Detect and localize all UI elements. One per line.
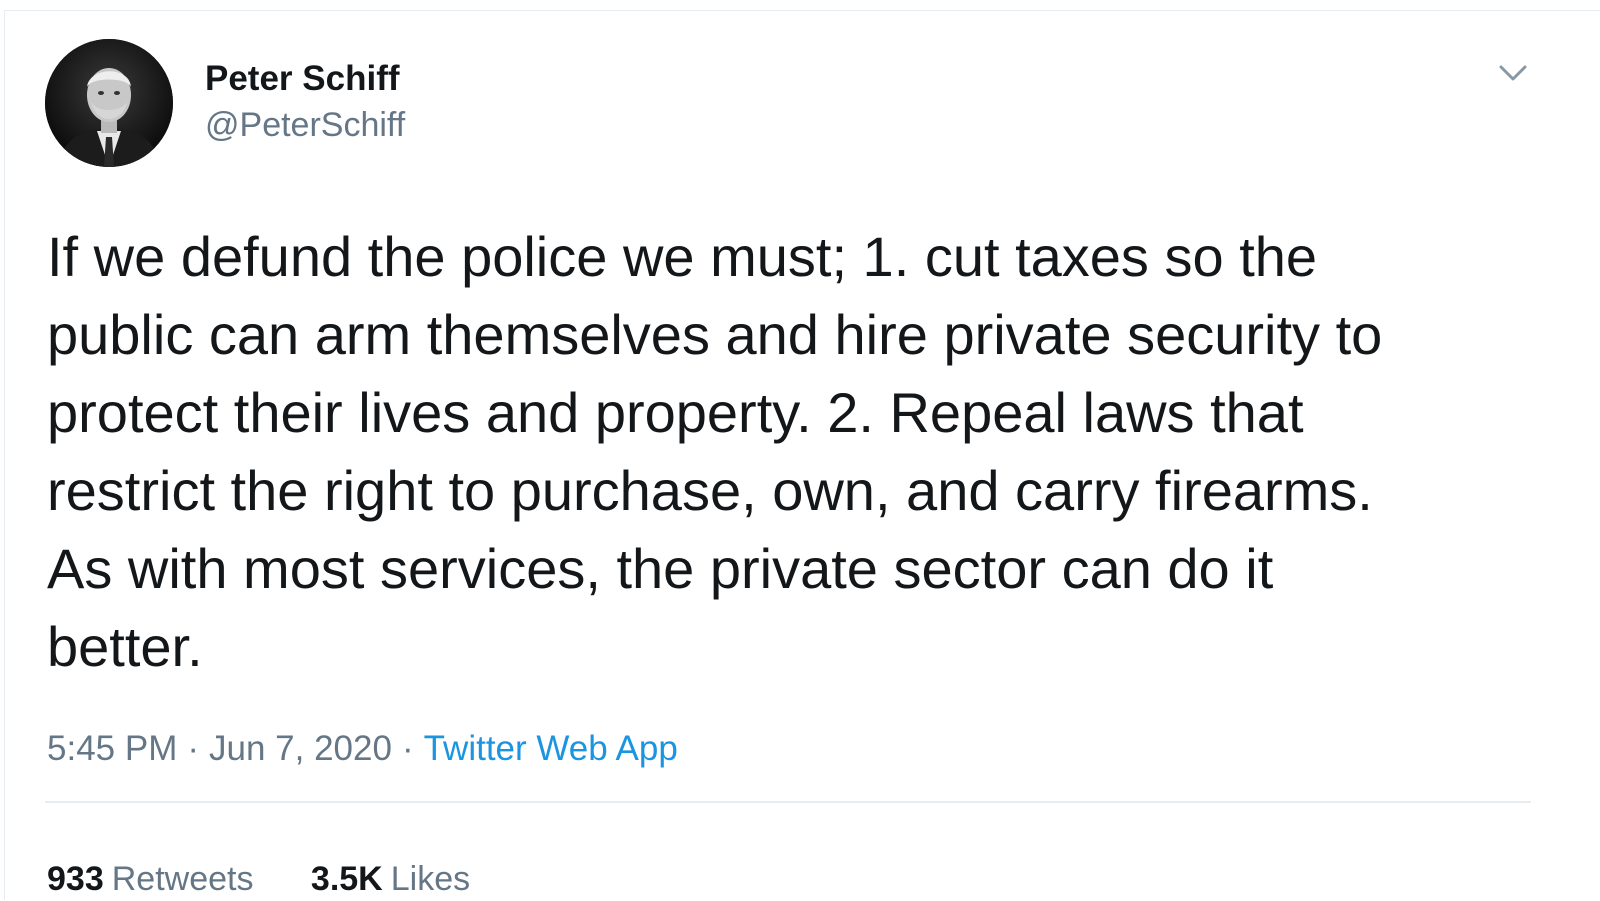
likes-count: 3.5K — [310, 860, 383, 898]
chevron-down-icon[interactable] — [1493, 57, 1533, 89]
tweet-text: If we defund the police we must; 1. cut … — [47, 225, 1383, 678]
tweet-stats: 933 Retweets 3.5K Likes — [47, 857, 518, 901]
meta-separator: · — [401, 729, 414, 768]
tweet-source-link[interactable]: Twitter Web App — [424, 729, 678, 768]
author-display-name[interactable]: Peter Schiff — [205, 57, 405, 101]
likes-label: Likes — [390, 860, 471, 898]
tweet-metadata: 5:45 PM · Jun 7, 2020 · Twitter Web App — [47, 726, 678, 772]
meta-separator: · — [187, 729, 200, 768]
author-handle[interactable]: @PeterSchiff — [205, 101, 405, 149]
avatar[interactable] — [45, 39, 173, 167]
retweets-count: 933 — [47, 860, 104, 898]
retweets-label: Retweets — [111, 860, 254, 898]
tweet-card: Peter Schiff @PeterSchiff If we defund t… — [4, 10, 1600, 900]
tweet-time[interactable]: 5:45 PM — [47, 729, 177, 768]
tweet-date[interactable]: Jun 7, 2020 — [209, 729, 392, 768]
likes-stat[interactable]: 3.5K Likes — [311, 857, 470, 901]
retweets-stat[interactable]: 933 Retweets — [47, 857, 253, 901]
divider — [45, 801, 1531, 803]
tweet-author: Peter Schiff @PeterSchiff — [205, 57, 405, 149]
